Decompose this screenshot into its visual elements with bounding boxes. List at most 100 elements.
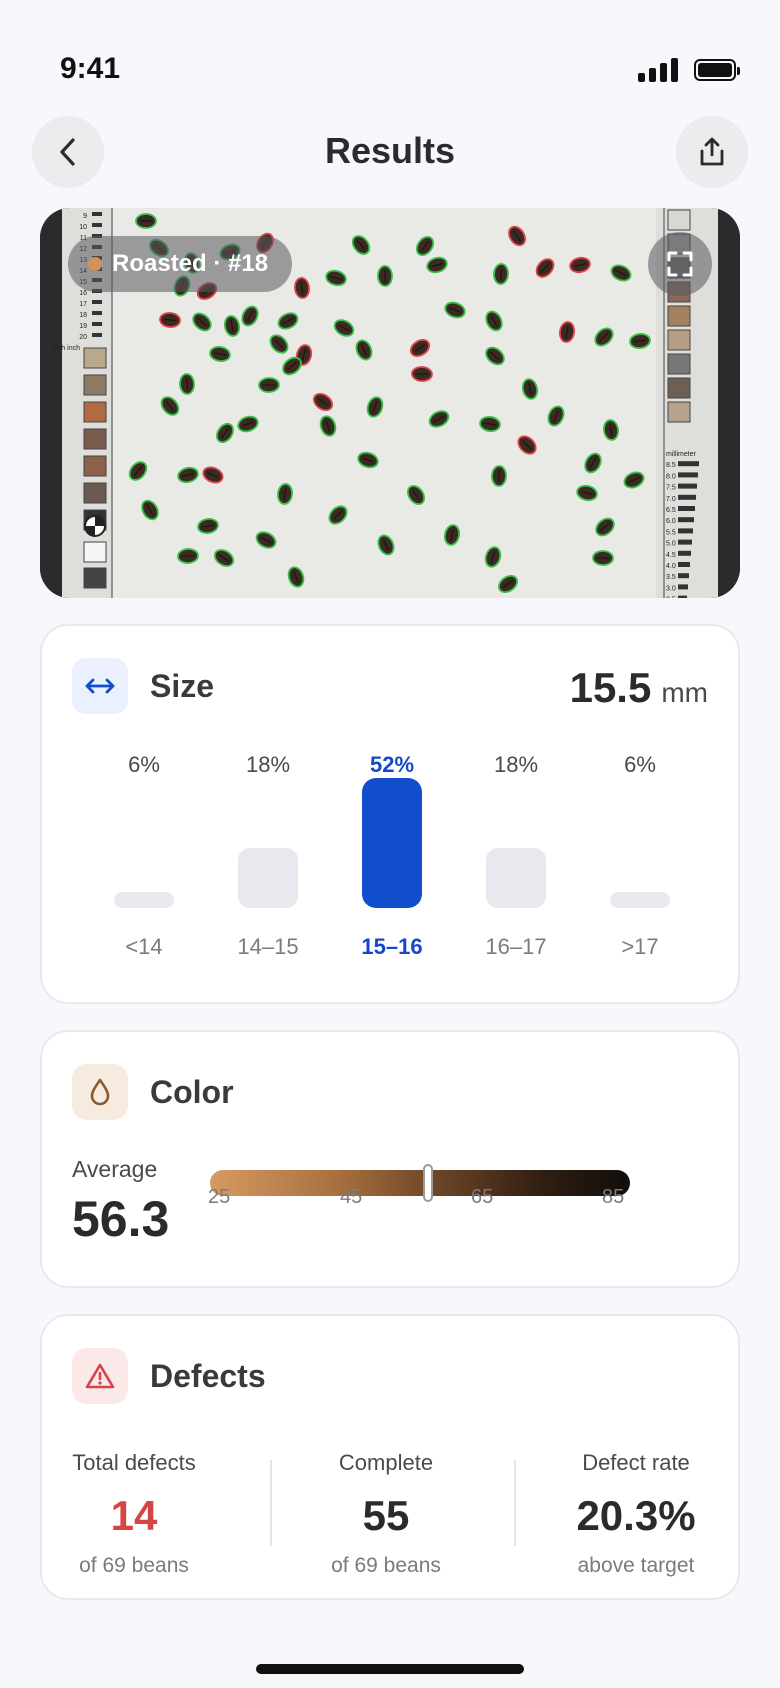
color-swatch — [83, 374, 107, 396]
size-value: 15.5 — [569, 664, 652, 711]
ruler-label: 4.5 — [666, 552, 676, 559]
bin-bar — [114, 892, 174, 908]
ruler-tick — [678, 550, 691, 556]
coffee-bean — [177, 548, 199, 564]
color-swatch — [83, 482, 107, 504]
ruler-label: 3.5 — [666, 574, 676, 581]
color-swatch — [83, 347, 107, 369]
color-swatch — [667, 353, 691, 375]
bin-label: 15–16 — [361, 934, 423, 959]
defects-card: Defects Total defects 14 of 69 beans Com… — [40, 1314, 740, 1600]
histogram-bin[interactable]: 18% 14–15 — [206, 752, 330, 982]
color-swatch — [667, 401, 691, 423]
ruler-tick — [92, 311, 102, 315]
coffee-bean — [179, 373, 195, 395]
ruler-tick — [92, 322, 102, 326]
ruler-label: 16 — [79, 290, 87, 297]
stat-sub: above target — [577, 1554, 695, 1577]
ruler-tick — [678, 494, 696, 500]
color-gradient-bar — [210, 1164, 630, 1202]
color-card: Color Average 56.3 — [40, 1030, 740, 1288]
bin-percent: 18% — [493, 752, 539, 777]
ruler-label: 7.5 — [666, 485, 676, 492]
bin-bar — [610, 892, 670, 908]
drop-icon — [90, 1078, 110, 1106]
divider — [270, 1460, 272, 1546]
ruler-tick — [678, 595, 687, 598]
stat-sub: of 69 beans — [331, 1554, 441, 1577]
ruler-tick — [678, 528, 693, 534]
color-title: Color — [150, 1074, 234, 1110]
ruler-label: 6.0 — [666, 518, 676, 525]
color-swatch — [83, 401, 107, 423]
bin-percent: 6% — [128, 752, 160, 777]
status-icons — [638, 58, 740, 82]
bin-percent: 52% — [369, 752, 415, 777]
bin-label: <14 — [125, 934, 163, 959]
size-card: Size 15.5 mm 6% <14 18% 14–15 52% 15–16 18% 16–… — [40, 624, 740, 1004]
stat-value: 55 — [362, 1492, 410, 1539]
histogram-bin[interactable]: 52% 15–16 — [330, 752, 454, 982]
bin-label: 14–15 — [237, 934, 299, 959]
ruler-label: 9 — [83, 213, 87, 220]
bin-percent: 18% — [245, 752, 291, 777]
coffee-bean — [258, 377, 280, 393]
ruler-label: 8.0 — [666, 473, 676, 480]
histogram-bin[interactable]: 18% 16–17 — [454, 752, 578, 982]
ruler-label: 6.5 — [666, 507, 676, 514]
bin-label: 16–17 — [485, 934, 547, 959]
ruler-label: 17 — [79, 301, 87, 308]
coffee-bean — [491, 465, 507, 487]
histogram-bin[interactable]: 6% <14 — [82, 752, 206, 982]
coffee-bean — [135, 213, 157, 229]
status-bar: 9:41 — [0, 0, 780, 100]
stat-value: 20.3% — [576, 1492, 696, 1539]
ruler-tick — [678, 472, 698, 478]
stat-complete: Complete 55 of 69 beans — [286, 1450, 486, 1578]
color-swatch — [83, 428, 107, 450]
ruler-label: 3.0 — [666, 585, 676, 592]
ruler-tick — [678, 584, 688, 590]
stat-total-defects: Total defects 14 of 69 beans — [34, 1450, 234, 1578]
scale-tick: 65 — [471, 1186, 494, 1208]
ruler-label: 64th inch — [52, 345, 81, 352]
defects-icon-tile — [72, 1348, 128, 1404]
batch-badge[interactable]: Roasted · #18 — [68, 236, 293, 292]
ruler-label: 10 — [79, 224, 87, 231]
ruler-tick — [678, 562, 690, 567]
histogram-bin[interactable]: 6% >17 — [578, 752, 702, 982]
defects-title: Defects — [150, 1358, 266, 1394]
size-histogram: 6% <14 18% 14–15 52% 15–16 18% 16–17 6% >17 — [82, 752, 698, 982]
ruler-tick — [678, 539, 692, 545]
coffee-bean — [592, 550, 614, 566]
scan-photo[interactable]: 9101112131415161718192064th inch millime… — [40, 208, 740, 598]
bin-bar — [486, 848, 546, 908]
ruler-label: 5.5 — [666, 529, 676, 536]
ruler-label: millimeter — [666, 451, 697, 458]
ruler-tick — [678, 506, 695, 511]
ruler-tick — [678, 483, 697, 489]
ruler-tick — [678, 573, 689, 579]
ruler-tick — [92, 212, 102, 216]
stat-defect-rate: Defect rate 20.3% above target — [536, 1450, 736, 1578]
ruler-tick — [92, 300, 102, 304]
home-indicator[interactable] — [256, 1664, 524, 1674]
stat-value: 14 — [110, 1492, 158, 1539]
color-swatch — [667, 209, 691, 231]
expand-button[interactable] — [648, 232, 712, 296]
double-arrow-icon — [85, 678, 115, 694]
ruler-label: 19 — [79, 323, 87, 330]
bin-bar — [362, 778, 422, 908]
battery-icon — [694, 59, 740, 81]
scale-tick: 25 — [208, 1186, 231, 1208]
ruler-tick — [92, 333, 102, 337]
share-icon — [700, 137, 724, 166]
ruler-label: 20 — [79, 334, 87, 341]
share-button[interactable] — [676, 116, 748, 188]
ruler-tick — [92, 223, 102, 227]
average-value: 56.3 — [72, 1191, 170, 1247]
ruler-label: 18 — [79, 312, 87, 319]
ruler-label: 4.0 — [666, 563, 676, 570]
bin-label: >17 — [621, 934, 659, 959]
roast-dot — [88, 257, 102, 271]
